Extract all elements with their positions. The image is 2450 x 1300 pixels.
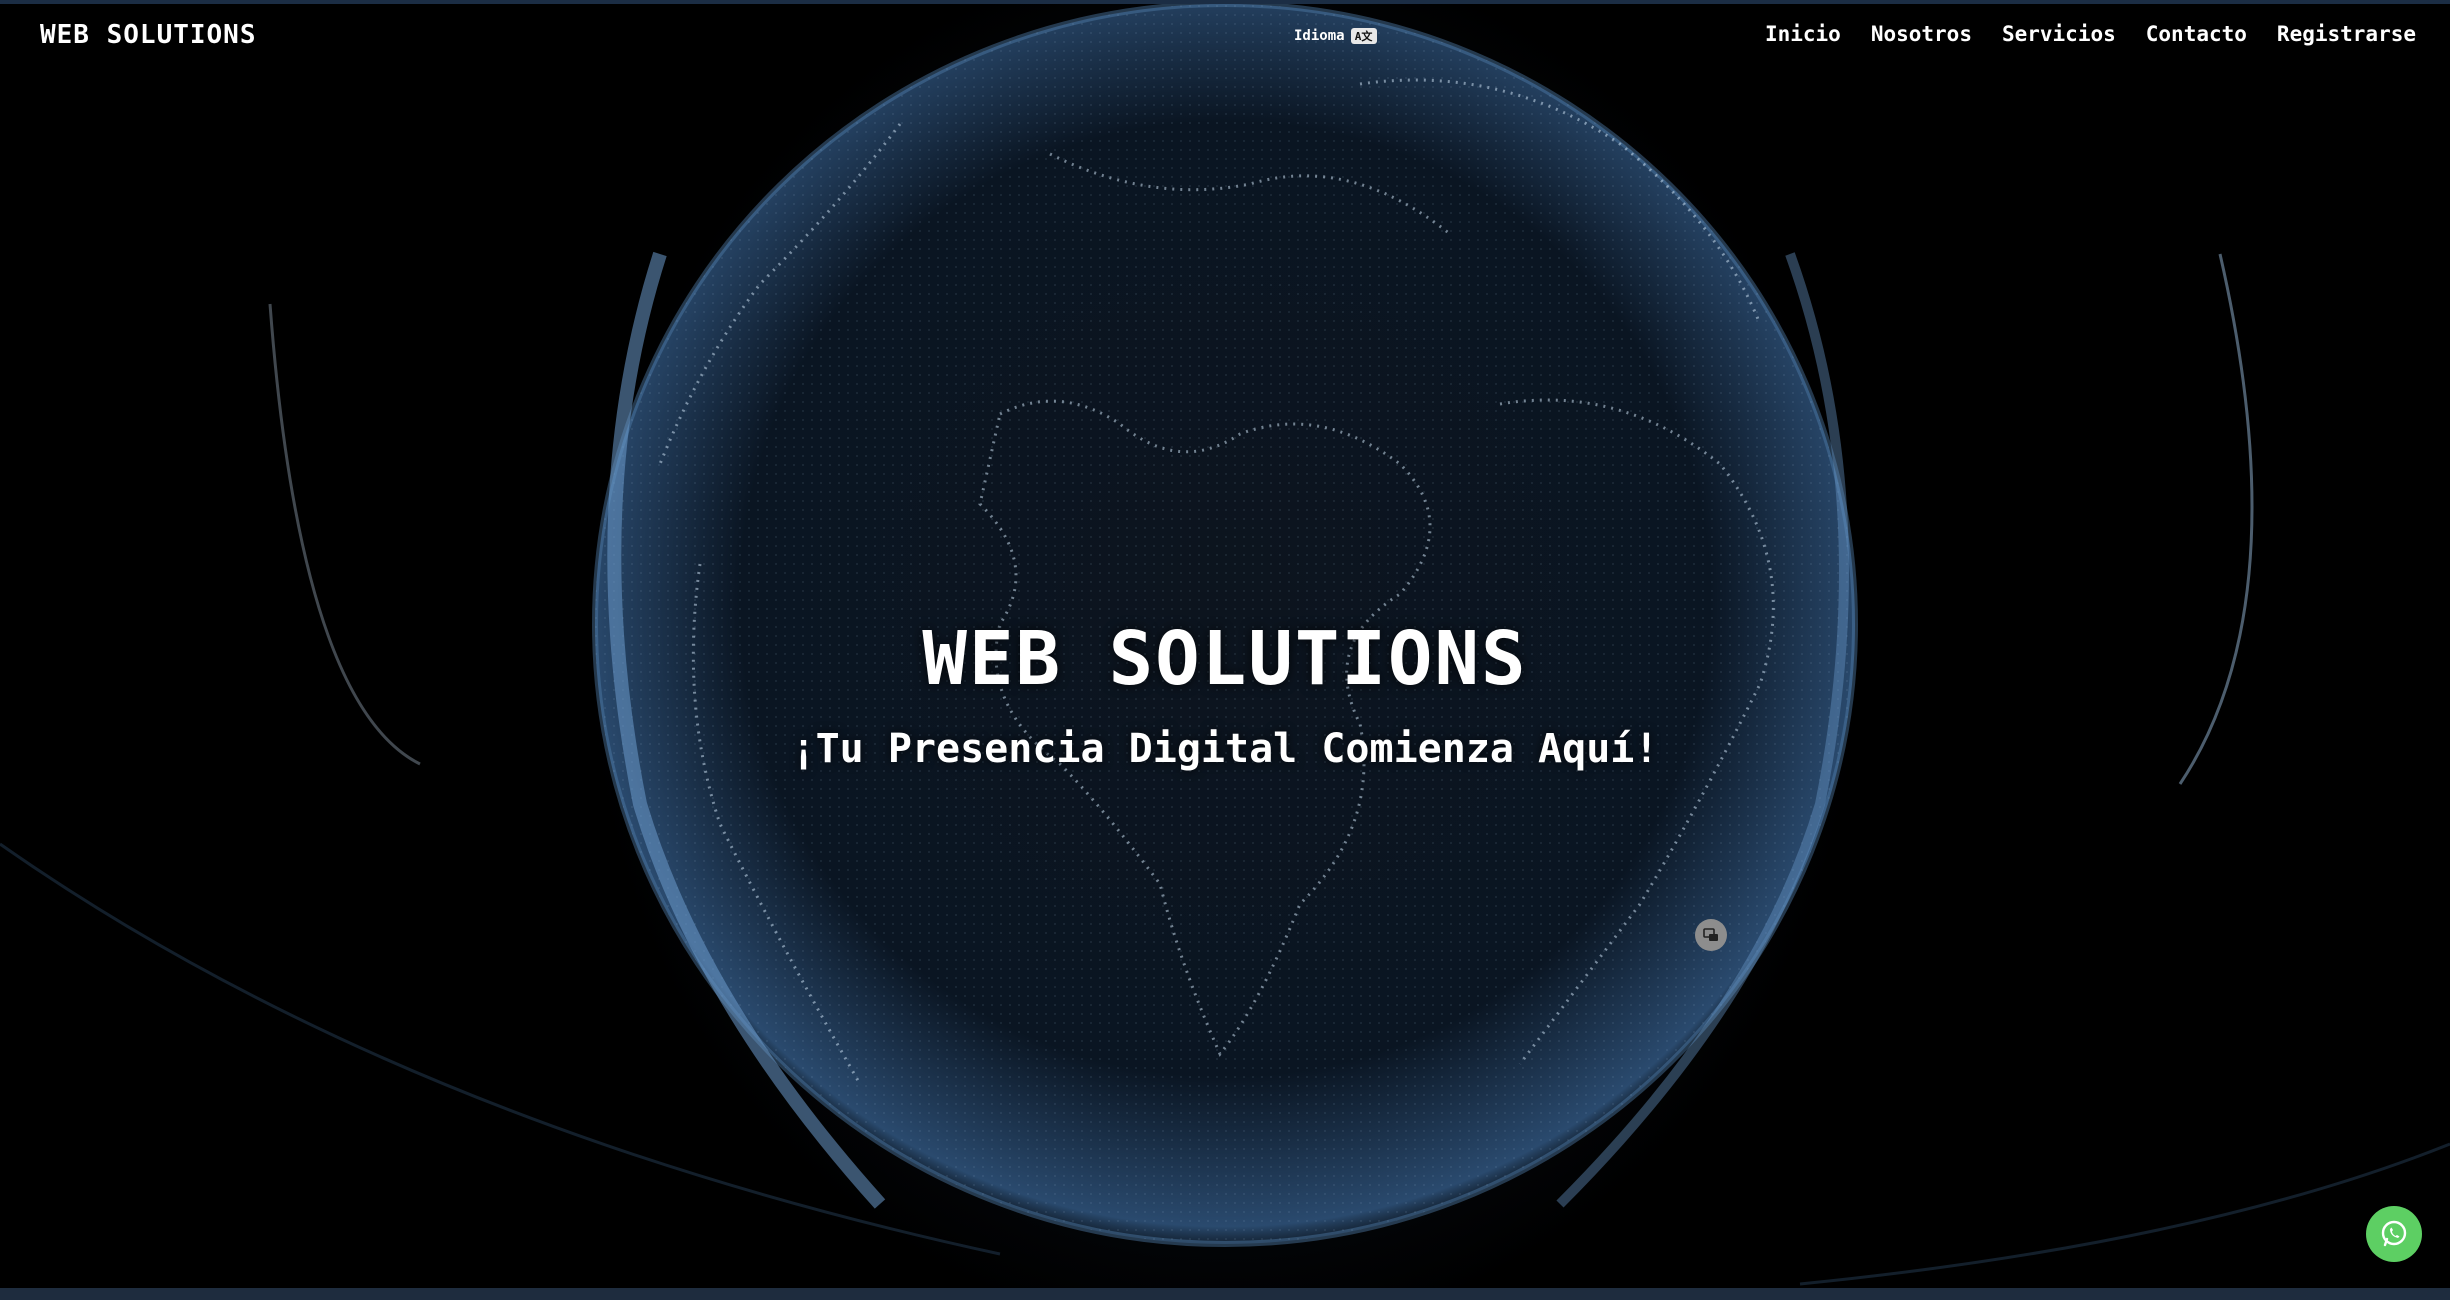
language-label: Idioma <box>1294 28 1345 44</box>
overlay-control-icon[interactable] <box>1695 919 1727 951</box>
nav-link-nosotros[interactable]: Nosotros <box>1871 22 1972 46</box>
nav-menu: Inicio Nosotros Servicios Contacto Regis… <box>1765 22 2416 46</box>
brand-logo[interactable]: WEB SOLUTIONS <box>40 20 257 50</box>
top-navbar: WEB SOLUTIONS Idioma A文 Inicio Nosotros … <box>0 8 2450 64</box>
hero-title: WEB SOLUTIONS <box>922 616 1528 702</box>
whatsapp-button[interactable] <box>2366 1206 2422 1262</box>
nav-link-servicios[interactable]: Servicios <box>2002 22 2116 46</box>
hero-subtitle: ¡Tu Presencia Digital Comienza Aquí! <box>791 726 1659 772</box>
whatsapp-icon <box>2381 1220 2407 1247</box>
translate-icon: A文 <box>1350 28 1377 44</box>
language-selector[interactable]: Idioma A文 <box>1294 28 1377 44</box>
page-frame: WEB SOLUTIONS Idioma A文 Inicio Nosotros … <box>0 0 2450 1300</box>
nav-link-inicio[interactable]: Inicio <box>1765 22 1841 46</box>
nav-link-registrarse[interactable]: Registrarse <box>2277 22 2416 46</box>
nav-link-contacto[interactable]: Contacto <box>2146 22 2247 46</box>
